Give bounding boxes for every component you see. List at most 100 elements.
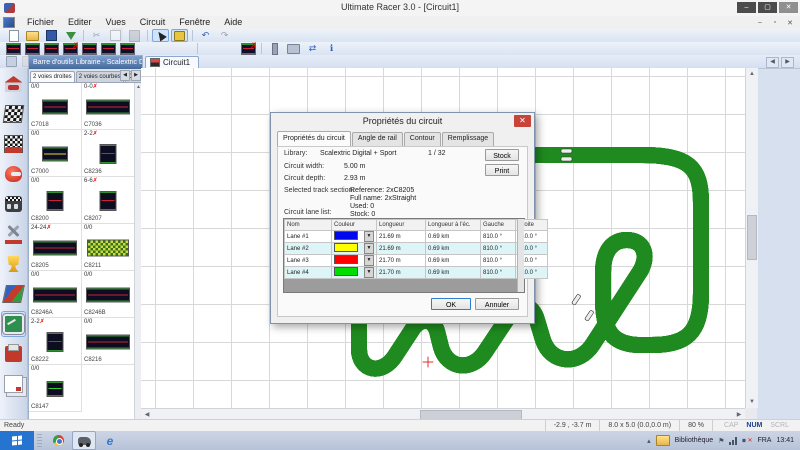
library-item-c8246a[interactable]: 0/0C8246A xyxy=(29,271,82,318)
tuning-tools-icon[interactable] xyxy=(1,221,26,247)
start-button[interactable] xyxy=(0,431,34,450)
info-icon[interactable]: ℹ xyxy=(323,42,340,55)
library-tab[interactable]: 2 voies droites xyxy=(30,71,75,82)
library-item-c8147[interactable]: 0/0C8147 xyxy=(29,365,82,412)
menu-item[interactable]: Circuit xyxy=(133,17,173,27)
stock-button[interactable]: Stock xyxy=(485,149,519,161)
library-item-c8207[interactable]: 6-6✗C8207 xyxy=(82,177,135,224)
cut-icon[interactable]: ✂ xyxy=(88,29,105,42)
garage-icon[interactable] xyxy=(1,71,26,97)
track-elevate-icon[interactable] xyxy=(138,42,155,55)
library-folder-icon[interactable] xyxy=(656,435,670,446)
library-item-c8205[interactable]: 24-24✗C8205 xyxy=(29,224,82,271)
tray-expand-icon[interactable]: ▴ xyxy=(647,437,651,445)
track-start-icon[interactable] xyxy=(202,42,219,55)
library-tab[interactable]: 2 voies courbes xyxy=(76,71,124,82)
track-power-icon[interactable]: ✗ xyxy=(240,42,257,55)
copy-icon[interactable] xyxy=(107,29,124,42)
library-tabs-right-icon[interactable]: ▶ xyxy=(131,70,141,81)
tray-folder-label[interactable]: Bibliothèque xyxy=(675,437,714,444)
tab-scroll-left-icon[interactable]: ◀ xyxy=(766,57,779,68)
redo-icon[interactable]: ↷ xyxy=(216,29,233,42)
mdi-minimize-button[interactable]: – xyxy=(754,19,766,27)
mdi-close-button[interactable]: ✕ xyxy=(784,19,796,27)
helmet-icon[interactable] xyxy=(1,161,26,187)
fill-tool-icon[interactable] xyxy=(171,29,188,42)
dialog-close-icon[interactable]: ✕ xyxy=(514,115,531,127)
network-icon[interactable] xyxy=(729,437,737,445)
documents-icon[interactable] xyxy=(1,371,26,397)
lane-row[interactable]: Lane #2▼21.69 m0.69 km810.0 °810.0 ° xyxy=(285,243,548,255)
race-start-icon[interactable] xyxy=(1,131,26,157)
track-border-icon[interactable] xyxy=(176,42,193,55)
cancel-button[interactable]: Annuler xyxy=(475,298,519,310)
library-tabs-left-icon[interactable]: ◀ xyxy=(120,70,130,81)
track-chicane-icon[interactable] xyxy=(119,42,136,55)
ok-button[interactable]: OK xyxy=(431,298,471,310)
close-button[interactable]: ✕ xyxy=(779,2,798,13)
scroll-down-icon[interactable]: ▼ xyxy=(746,396,758,408)
car-icon[interactable] xyxy=(1,191,26,217)
lane-color-cell[interactable]: ▼ xyxy=(332,231,377,243)
mdi-restore-button[interactable]: ▫ xyxy=(769,19,781,27)
menu-item[interactable]: Fenêtre xyxy=(172,17,217,27)
library-item-c8211[interactable]: 0/0C8211 xyxy=(82,224,135,271)
lane-color-cell[interactable]: ▼ xyxy=(332,255,377,267)
menu-item[interactable]: Aide xyxy=(217,17,249,27)
track-finish-icon[interactable] xyxy=(221,42,238,55)
open-icon[interactable] xyxy=(24,29,41,42)
dialog-tab[interactable]: Remplissage xyxy=(442,132,494,147)
dialog-tab[interactable]: Contour xyxy=(404,132,441,147)
track-lane-icon[interactable] xyxy=(81,42,98,55)
menu-item[interactable]: Fichier xyxy=(20,17,61,27)
track-delete-icon[interactable]: ✗ xyxy=(62,42,79,55)
library-item-c7000[interactable]: 0/0C7000 xyxy=(29,130,82,177)
track-straight-icon[interactable] xyxy=(5,42,22,55)
lane-color-dropdown-icon[interactable]: ▼ xyxy=(364,243,374,254)
volume-muted-icon[interactable]: ✕ xyxy=(742,437,752,445)
maximize-button[interactable]: ▢ xyxy=(758,2,777,13)
library-item-c8216[interactable]: 0/0C8216 xyxy=(82,318,135,365)
race-flags-icon[interactable] xyxy=(1,101,26,127)
tab-circuit1[interactable]: Circuit1 xyxy=(145,56,199,68)
library-item-c8200[interactable]: 0/0C8200 xyxy=(29,177,82,224)
library-item-c8236[interactable]: 2-2✗C8236 xyxy=(82,130,135,177)
paint-icon[interactable] xyxy=(1,281,26,307)
swap-lanes-icon[interactable]: ⇄ xyxy=(304,42,321,55)
printer-icon[interactable] xyxy=(1,341,26,367)
barrier-icon[interactable] xyxy=(266,42,283,55)
new-icon[interactable] xyxy=(5,29,22,42)
track-editor-icon[interactable] xyxy=(1,311,26,337)
print-button[interactable]: Print xyxy=(485,164,519,176)
undo-icon[interactable]: ↶ xyxy=(197,29,214,42)
save-icon[interactable] xyxy=(43,29,60,42)
vertical-scroll-thumb[interactable] xyxy=(747,215,757,260)
lane-row[interactable]: Lane #4▼21.70 m0.69 km810.0 °810.0 ° xyxy=(285,267,548,279)
lane-color-icon[interactable] xyxy=(5,55,19,68)
lane-table-scrollbar[interactable] xyxy=(517,219,524,292)
track-crossing-icon[interactable] xyxy=(43,42,60,55)
menu-item[interactable]: Editer xyxy=(61,17,99,27)
trophy-icon[interactable] xyxy=(1,251,26,277)
track-curve-icon[interactable] xyxy=(24,42,41,55)
lane-color-dropdown-icon[interactable]: ▼ xyxy=(364,267,374,278)
paste-icon[interactable] xyxy=(126,29,143,42)
library-item-c8222[interactable]: 2-2✗C8222 xyxy=(29,318,82,365)
tab-scroll-right-icon[interactable]: ▶ xyxy=(781,57,794,68)
lane-color-cell[interactable]: ▼ xyxy=(332,243,377,255)
scroll-up-icon[interactable]: ▲ xyxy=(746,68,758,80)
menu-item[interactable]: Vues xyxy=(99,17,133,27)
select-tool-icon[interactable] xyxy=(152,29,169,42)
language-indicator[interactable]: FRA xyxy=(757,437,771,444)
track-bridge-icon[interactable] xyxy=(157,42,174,55)
lane-color-cell[interactable]: ▼ xyxy=(332,267,377,279)
clock[interactable]: 13:41 xyxy=(776,437,794,444)
ultimate-racer-taskbar-icon[interactable] xyxy=(72,431,96,450)
dialog-tab[interactable]: Propriétés du circuit xyxy=(277,131,351,146)
library-item-c8246b[interactable]: 0/0C8246B xyxy=(82,271,135,318)
dialog-tab[interactable]: Angle de rail xyxy=(352,132,403,147)
lane-color-dropdown-icon[interactable]: ▼ xyxy=(364,255,374,266)
library-item-c7018[interactable]: 0/0C7018 xyxy=(29,83,82,130)
lane-row[interactable]: Lane #3▼21.70 m0.69 km810.0 °810.0 ° xyxy=(285,255,548,267)
track-pit-icon[interactable] xyxy=(100,42,117,55)
